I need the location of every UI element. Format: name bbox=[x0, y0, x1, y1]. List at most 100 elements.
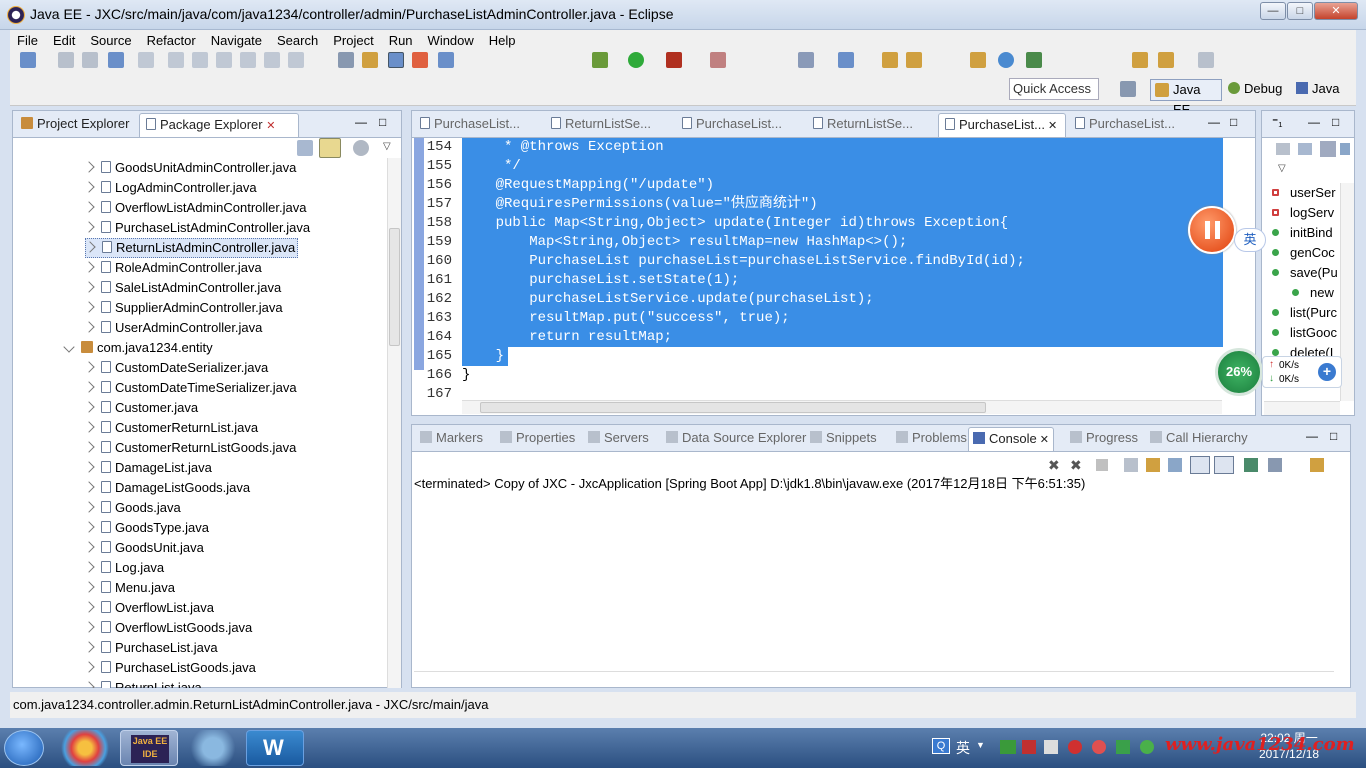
tab-progress[interactable]: Progress bbox=[1066, 427, 1142, 451]
editor-minimize-icon[interactable]: — bbox=[1208, 115, 1220, 129]
tree-expand-arrow-icon[interactable] bbox=[83, 401, 95, 413]
maximize-view-icon[interactable]: □ bbox=[379, 115, 386, 129]
editor-horizontal-scrollbar[interactable] bbox=[462, 400, 1222, 414]
code-line[interactable]: @RequestMapping("/update") bbox=[462, 176, 1223, 195]
outline-item[interactable]: new bbox=[1292, 283, 1342, 303]
new-icon[interactable] bbox=[20, 52, 36, 68]
editor-tab[interactable]: ReturnListSe... bbox=[545, 113, 673, 137]
tree-package-row[interactable]: com.java1234.entity bbox=[63, 338, 213, 358]
close-tab-icon[interactable]: ✕ bbox=[1045, 120, 1057, 132]
code-line[interactable]: */ bbox=[462, 157, 1223, 176]
tab-snippets[interactable]: Snippets bbox=[806, 427, 881, 451]
outline-item[interactable]: userSer bbox=[1272, 183, 1342, 203]
outline-item[interactable]: initBind bbox=[1272, 223, 1342, 243]
close-button[interactable]: ✕ bbox=[1314, 2, 1358, 20]
display-console-icon[interactable] bbox=[1268, 458, 1282, 472]
new-package-icon[interactable] bbox=[838, 52, 854, 68]
next-annotation-icon[interactable] bbox=[1026, 52, 1042, 68]
tree-file-row[interactable]: DamageList.java bbox=[83, 458, 212, 478]
console-minimize-icon[interactable]: — bbox=[1306, 429, 1318, 443]
code-line[interactable]: Map<String,Object> resultMap=new HashMap… bbox=[462, 233, 1223, 252]
perspective-debug[interactable]: Debug bbox=[1228, 81, 1282, 96]
console-vertical-scrollbar[interactable] bbox=[1336, 495, 1350, 671]
menu-project[interactable]: Project bbox=[326, 33, 381, 48]
tree-expand-arrow-icon[interactable] bbox=[83, 161, 95, 173]
console-horizontal-scrollbar[interactable] bbox=[414, 671, 1334, 685]
tree-expand-arrow-icon[interactable] bbox=[83, 421, 95, 433]
tree-file-row[interactable]: PurchaseListAdminController.java bbox=[83, 218, 310, 238]
outline-collapse-icon[interactable] bbox=[1276, 143, 1290, 155]
tree-file-row[interactable]: CustomDateTimeSerializer.java bbox=[83, 378, 297, 398]
outline-minimize-icon[interactable]: — bbox=[1308, 115, 1320, 129]
tree-expand-arrow-icon[interactable] bbox=[83, 221, 95, 233]
outline-item[interactable]: genCoc bbox=[1272, 243, 1342, 263]
tree-file-row[interactable]: CustomerReturnListGoods.java bbox=[83, 438, 296, 458]
editor-scroll-thumb[interactable] bbox=[480, 402, 986, 413]
back-icon[interactable] bbox=[1132, 52, 1148, 68]
open-file-icon[interactable] bbox=[906, 52, 922, 68]
step-return-icon[interactable] bbox=[288, 52, 304, 68]
menu-run[interactable]: Run bbox=[382, 33, 421, 48]
open-console-icon[interactable] bbox=[1310, 458, 1324, 472]
tree-expand-arrow-icon[interactable] bbox=[84, 241, 96, 253]
close-tab-icon[interactable]: ✕ bbox=[1037, 434, 1049, 446]
tree-expand-arrow-icon[interactable] bbox=[83, 181, 95, 193]
stop-icon[interactable] bbox=[710, 52, 726, 68]
tab-servers[interactable]: Servers bbox=[584, 427, 653, 451]
maximize-button[interactable]: □ bbox=[1287, 2, 1313, 20]
menu-source[interactable]: Source bbox=[83, 33, 139, 48]
tree-file-row[interactable]: Log.java bbox=[83, 558, 164, 578]
tree-expand-arrow-icon[interactable] bbox=[83, 581, 95, 593]
run-icon[interactable] bbox=[628, 52, 644, 68]
new-server-icon[interactable] bbox=[798, 52, 814, 68]
tree-expand-arrow-icon[interactable] bbox=[83, 521, 95, 533]
step-over-icon[interactable] bbox=[264, 52, 280, 68]
outline-hide-fields-icon[interactable] bbox=[1320, 141, 1336, 157]
tab-call-hierarchy[interactable]: Call Hierarchy bbox=[1146, 427, 1252, 451]
menu-search[interactable]: Search bbox=[270, 33, 326, 48]
link-with-editor-icon[interactable] bbox=[319, 138, 341, 158]
tree-expand-arrow-icon[interactable] bbox=[83, 601, 95, 613]
tree-file-row[interactable]: Menu.java bbox=[83, 578, 175, 598]
search-icon[interactable] bbox=[438, 52, 454, 68]
ime-dropdown-icon[interactable]: ▼ bbox=[976, 740, 985, 750]
skip-breakpoints-icon[interactable] bbox=[138, 52, 154, 68]
forward-nav-icon[interactable] bbox=[1198, 52, 1214, 68]
tree-file-row[interactable]: CustomDateSerializer.java bbox=[83, 358, 268, 378]
tray-network-icon[interactable] bbox=[1044, 740, 1058, 754]
clear-console-icon[interactable] bbox=[1124, 458, 1138, 472]
taskbar-dolphin-icon[interactable] bbox=[184, 730, 242, 766]
tree-file-row[interactable]: GoodsType.java bbox=[83, 518, 209, 538]
show-stdout-icon[interactable] bbox=[1190, 456, 1210, 474]
code-line[interactable]: * @throws Exception bbox=[462, 138, 1223, 157]
code-line[interactable]: purchaseListService.update(purchaseList)… bbox=[462, 290, 1223, 309]
scroll-lock-icon[interactable] bbox=[1146, 458, 1160, 472]
taskbar-eclipse[interactable]: Java EE IDE bbox=[120, 730, 178, 766]
tree-expand-arrow-icon[interactable] bbox=[83, 461, 95, 473]
outline-view-menu-icon[interactable]: ▽ bbox=[1278, 163, 1286, 174]
code-line[interactable]: public Map<String,Object> update(Integer… bbox=[462, 214, 1223, 233]
open-task-icon[interactable] bbox=[362, 52, 378, 68]
tab-problems[interactable]: Problems bbox=[892, 427, 971, 451]
suspend-icon[interactable] bbox=[192, 52, 208, 68]
outline-item[interactable]: listGooc bbox=[1272, 323, 1342, 343]
external-tools-icon[interactable] bbox=[666, 52, 682, 68]
code-line[interactable]: PurchaseList purchaseList=purchaseListSe… bbox=[462, 252, 1223, 271]
tree-expand-arrow-icon[interactable] bbox=[83, 261, 95, 273]
code-line[interactable]: resultMap.put("success", true); bbox=[462, 309, 1223, 328]
tree-expand-arrow-icon[interactable] bbox=[83, 381, 95, 393]
step-into-icon[interactable] bbox=[240, 52, 256, 68]
focus-icon[interactable] bbox=[353, 140, 369, 156]
tree-file-row[interactable]: ReturnList.java bbox=[83, 678, 202, 688]
outline-item[interactable]: save(Pu bbox=[1272, 263, 1342, 283]
tree-expand-arrow-icon[interactable] bbox=[83, 661, 95, 673]
open-perspective-icon[interactable] bbox=[1120, 81, 1136, 97]
taskbar-word-icon[interactable]: W bbox=[246, 730, 304, 766]
view-menu-icon[interactable]: ▽ bbox=[383, 141, 391, 152]
print-icon[interactable] bbox=[108, 52, 124, 68]
code-line[interactable]: purchaseList.setState(1); bbox=[462, 271, 1223, 290]
ant-icon[interactable] bbox=[412, 52, 428, 68]
tree-expand-arrow-icon[interactable] bbox=[83, 281, 95, 293]
editor-tab[interactable]: PurchaseList... bbox=[676, 113, 804, 137]
menu-window[interactable]: Window bbox=[421, 33, 482, 48]
